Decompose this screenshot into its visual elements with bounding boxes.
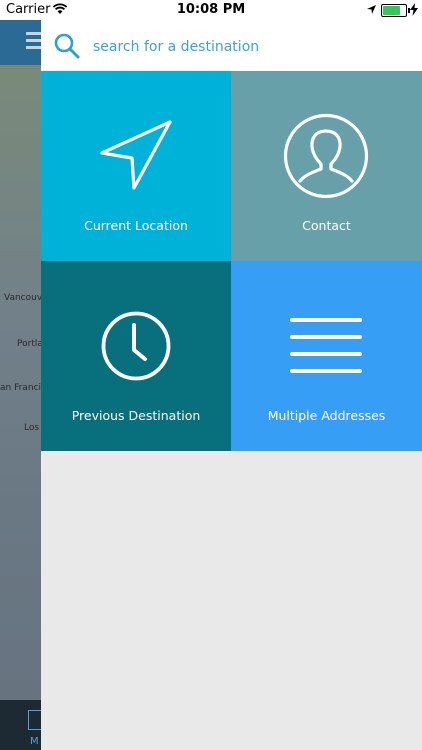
map-city-label: Vancouv xyxy=(4,293,41,303)
map-bottom-tab-bar: M xyxy=(0,700,44,750)
map-tab-label: M xyxy=(30,736,39,747)
previous-destination-tile[interactable]: Previous Destination xyxy=(41,261,231,451)
search-icon xyxy=(54,33,80,59)
battery-icon xyxy=(381,4,410,17)
charging-bolt-icon xyxy=(410,3,418,16)
list-lines-icon xyxy=(290,318,362,373)
tile-label: Previous Destination xyxy=(71,408,201,423)
map-top-bar xyxy=(0,20,41,65)
destination-drawer: Current Location Contact Previous Destin… xyxy=(41,20,422,750)
search-input[interactable] xyxy=(91,34,395,60)
multiple-addresses-tile[interactable]: Multiple Addresses xyxy=(231,261,422,451)
status-bar: Carrier 10:08 PM xyxy=(0,0,422,20)
contact-tile[interactable]: Contact xyxy=(231,71,422,261)
map-city-label: an Franci xyxy=(0,383,41,393)
map-city-label: Portla xyxy=(17,339,41,349)
tile-label: Multiple Addresses xyxy=(267,408,386,423)
current-location-tile[interactable]: Current Location xyxy=(41,71,231,261)
navigation-arrow-icon xyxy=(100,120,172,190)
map-background[interactable]: Vancouv Portla an Franci Los xyxy=(0,20,41,700)
tile-label: Contact xyxy=(302,218,351,233)
map-city-label: Los xyxy=(24,423,40,433)
contact-person-icon xyxy=(283,113,369,199)
clock-icon xyxy=(101,311,171,381)
tile-label: Current Location xyxy=(84,218,188,233)
search-bar xyxy=(41,20,422,71)
location-arrow-icon xyxy=(367,5,376,14)
status-time: 10:08 PM xyxy=(176,2,246,17)
menu-icon[interactable] xyxy=(26,32,41,53)
